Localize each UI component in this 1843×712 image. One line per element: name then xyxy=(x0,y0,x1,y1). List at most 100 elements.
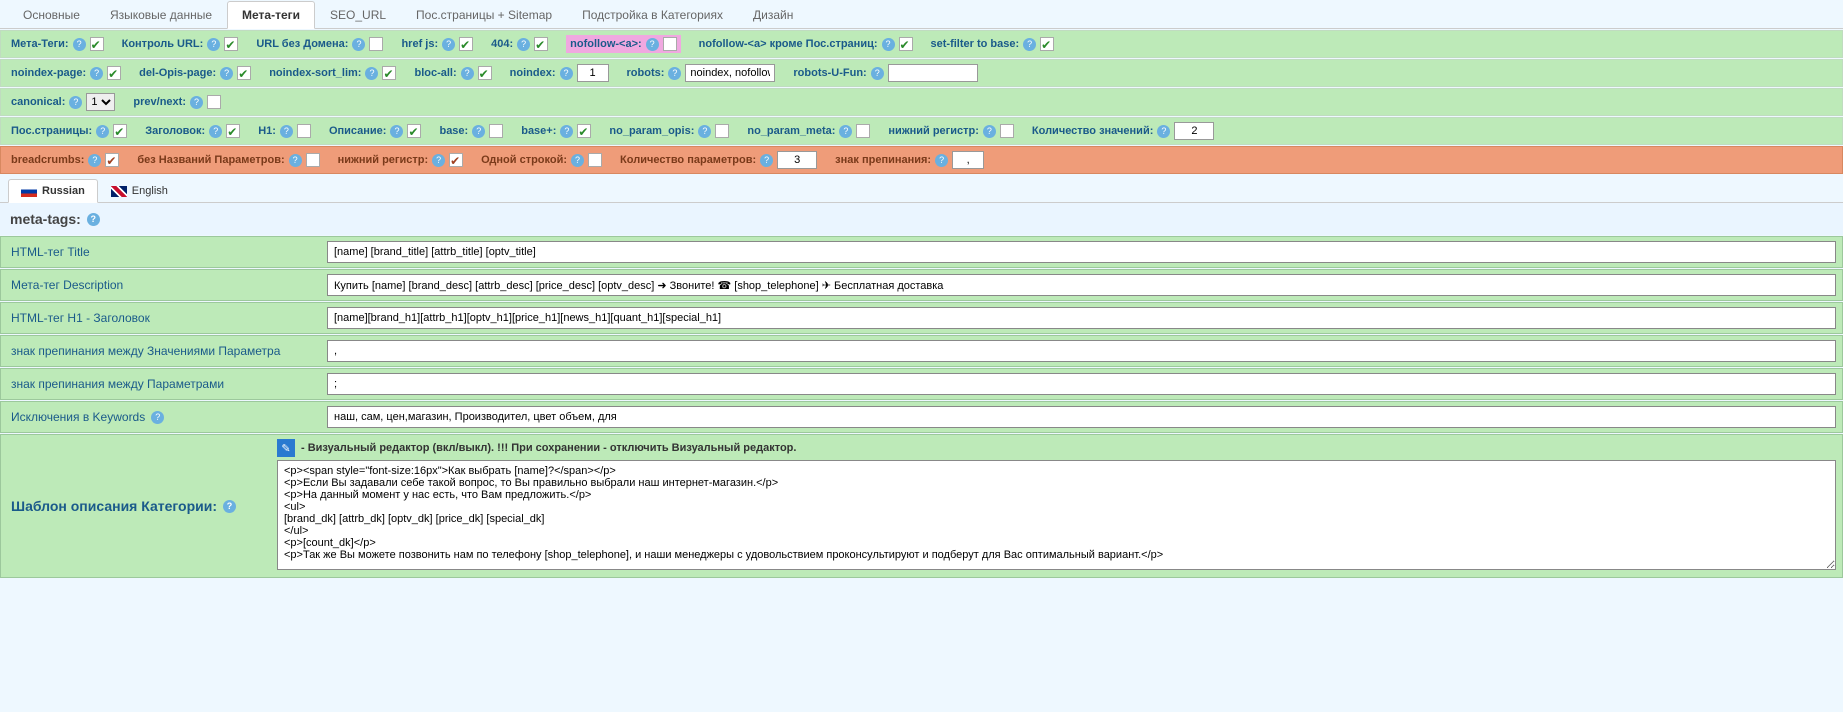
robots-u-fun-input[interactable] xyxy=(888,64,978,82)
h1-checkbox[interactable] xyxy=(297,124,311,138)
help-icon[interactable]: ? xyxy=(223,500,236,513)
title-input[interactable] xyxy=(327,241,1836,263)
url-no-domain-checkbox[interactable] xyxy=(369,37,383,51)
desc-template-textarea[interactable] xyxy=(277,460,1836,570)
help-icon[interactable]: ? xyxy=(571,154,584,167)
nofollow-a-except-checkbox[interactable] xyxy=(899,37,913,51)
language-tabs: Russian English xyxy=(0,178,1843,203)
help-icon[interactable]: ? xyxy=(560,125,573,138)
meta-tags-label: Мета-Теги: xyxy=(11,38,69,50)
help-icon[interactable]: ? xyxy=(935,154,948,167)
help-icon[interactable]: ? xyxy=(882,38,895,51)
help-icon[interactable]: ? xyxy=(289,154,302,167)
noindex-sort-checkbox[interactable] xyxy=(382,66,396,80)
help-icon[interactable]: ? xyxy=(280,125,293,138)
punct-params-label: знак препинания между Параметрами xyxy=(1,369,321,399)
404-label: 404: xyxy=(491,38,513,50)
excl-keywords-input[interactable] xyxy=(327,406,1836,428)
help-icon[interactable]: ? xyxy=(209,125,222,138)
count-params-label: Количество параметров: xyxy=(620,154,756,166)
help-icon[interactable]: ? xyxy=(698,125,711,138)
base-checkbox[interactable] xyxy=(489,124,503,138)
help-icon[interactable]: ? xyxy=(87,213,100,226)
tab-categories[interactable]: Подстройка в Категориях xyxy=(567,1,738,29)
tab-design[interactable]: Дизайн xyxy=(738,1,808,29)
no-param-meta-checkbox[interactable] xyxy=(856,124,870,138)
help-icon[interactable]: ? xyxy=(871,67,884,80)
tab-seo-url[interactable]: SEO_URL xyxy=(315,1,401,29)
bloc-all-checkbox[interactable] xyxy=(478,66,492,80)
count-values-label: Количество значений: xyxy=(1032,125,1153,137)
tab-main[interactable]: Основные xyxy=(8,1,95,29)
help-icon[interactable]: ? xyxy=(90,67,103,80)
help-icon[interactable]: ? xyxy=(69,96,82,109)
noindex-page-checkbox[interactable] xyxy=(107,66,121,80)
robots-input[interactable] xyxy=(685,64,775,82)
count-values-input[interactable] xyxy=(1174,122,1214,140)
help-icon[interactable]: ? xyxy=(352,38,365,51)
desc-template-label: Шаблон описания Категории:? xyxy=(1,435,271,577)
help-icon[interactable]: ? xyxy=(1157,125,1170,138)
editor-toggle-button[interactable]: ✎ xyxy=(277,439,295,457)
help-icon[interactable]: ? xyxy=(220,67,233,80)
prevnext-checkbox[interactable] xyxy=(207,95,221,109)
help-icon[interactable]: ? xyxy=(646,38,659,51)
meta-tags-checkbox[interactable] xyxy=(90,37,104,51)
lowercase-bc-checkbox[interactable] xyxy=(449,153,463,167)
h1-input[interactable] xyxy=(327,307,1836,329)
options-row-4: Пос.страницы:? Заголовок:? H1:? Описание… xyxy=(0,117,1843,145)
help-icon[interactable]: ? xyxy=(472,125,485,138)
no-param-names-checkbox[interactable] xyxy=(306,153,320,167)
noindex-input[interactable] xyxy=(577,64,609,82)
help-icon[interactable]: ? xyxy=(560,67,573,80)
punctuation-input[interactable] xyxy=(952,151,984,169)
help-icon[interactable]: ? xyxy=(151,411,164,424)
help-icon[interactable]: ? xyxy=(668,67,681,80)
base-label: base: xyxy=(439,125,468,137)
help-icon[interactable]: ? xyxy=(207,38,220,51)
set-filter-label: set-filter to base: xyxy=(931,38,1020,50)
title-field-label: HTML-тег Title xyxy=(1,237,321,267)
lowercase-checkbox[interactable] xyxy=(1000,124,1014,138)
help-icon[interactable]: ? xyxy=(517,38,530,51)
breadcrumbs-checkbox[interactable] xyxy=(105,153,119,167)
main-tabs: Основные Языковые данные Мета-теги SEO_U… xyxy=(0,0,1843,29)
punct-values-input[interactable] xyxy=(327,340,1836,362)
nofollow-a-checkbox[interactable] xyxy=(663,37,677,51)
tab-pos-pages[interactable]: Пос.страницы + Sitemap xyxy=(401,1,567,29)
help-icon[interactable]: ? xyxy=(432,154,445,167)
help-icon[interactable]: ? xyxy=(839,125,852,138)
help-icon[interactable]: ? xyxy=(190,96,203,109)
no-param-opis-checkbox[interactable] xyxy=(715,124,729,138)
desc-input[interactable] xyxy=(327,274,1836,296)
del-opis-checkbox[interactable] xyxy=(237,66,251,80)
lang-tab-english[interactable]: English xyxy=(98,179,181,203)
description-checkbox[interactable] xyxy=(407,124,421,138)
pos-pages-checkbox[interactable] xyxy=(113,124,127,138)
help-icon[interactable]: ? xyxy=(1023,38,1036,51)
help-icon[interactable]: ? xyxy=(983,125,996,138)
punct-params-input[interactable] xyxy=(327,373,1836,395)
help-icon[interactable]: ? xyxy=(96,125,109,138)
href-js-checkbox[interactable] xyxy=(459,37,473,51)
lang-tab-russian[interactable]: Russian xyxy=(8,179,98,203)
count-params-input[interactable] xyxy=(777,151,817,169)
404-checkbox[interactable] xyxy=(534,37,548,51)
tab-meta-tags[interactable]: Мета-теги xyxy=(227,1,315,29)
help-icon[interactable]: ? xyxy=(390,125,403,138)
one-line-checkbox[interactable] xyxy=(588,153,602,167)
control-url-checkbox[interactable] xyxy=(224,37,238,51)
base-plus-checkbox[interactable] xyxy=(577,124,591,138)
header-label: Заголовок: xyxy=(145,125,205,137)
header-checkbox[interactable] xyxy=(226,124,240,138)
options-row-2: noindex-page:? del-Opis-page:? noindex-s… xyxy=(0,59,1843,87)
help-icon[interactable]: ? xyxy=(73,38,86,51)
set-filter-checkbox[interactable] xyxy=(1040,37,1054,51)
help-icon[interactable]: ? xyxy=(760,154,773,167)
help-icon[interactable]: ? xyxy=(88,154,101,167)
help-icon[interactable]: ? xyxy=(365,67,378,80)
help-icon[interactable]: ? xyxy=(461,67,474,80)
help-icon[interactable]: ? xyxy=(442,38,455,51)
tab-lang-data[interactable]: Языковые данные xyxy=(95,1,227,29)
canonical-select[interactable]: 1 xyxy=(86,93,115,111)
